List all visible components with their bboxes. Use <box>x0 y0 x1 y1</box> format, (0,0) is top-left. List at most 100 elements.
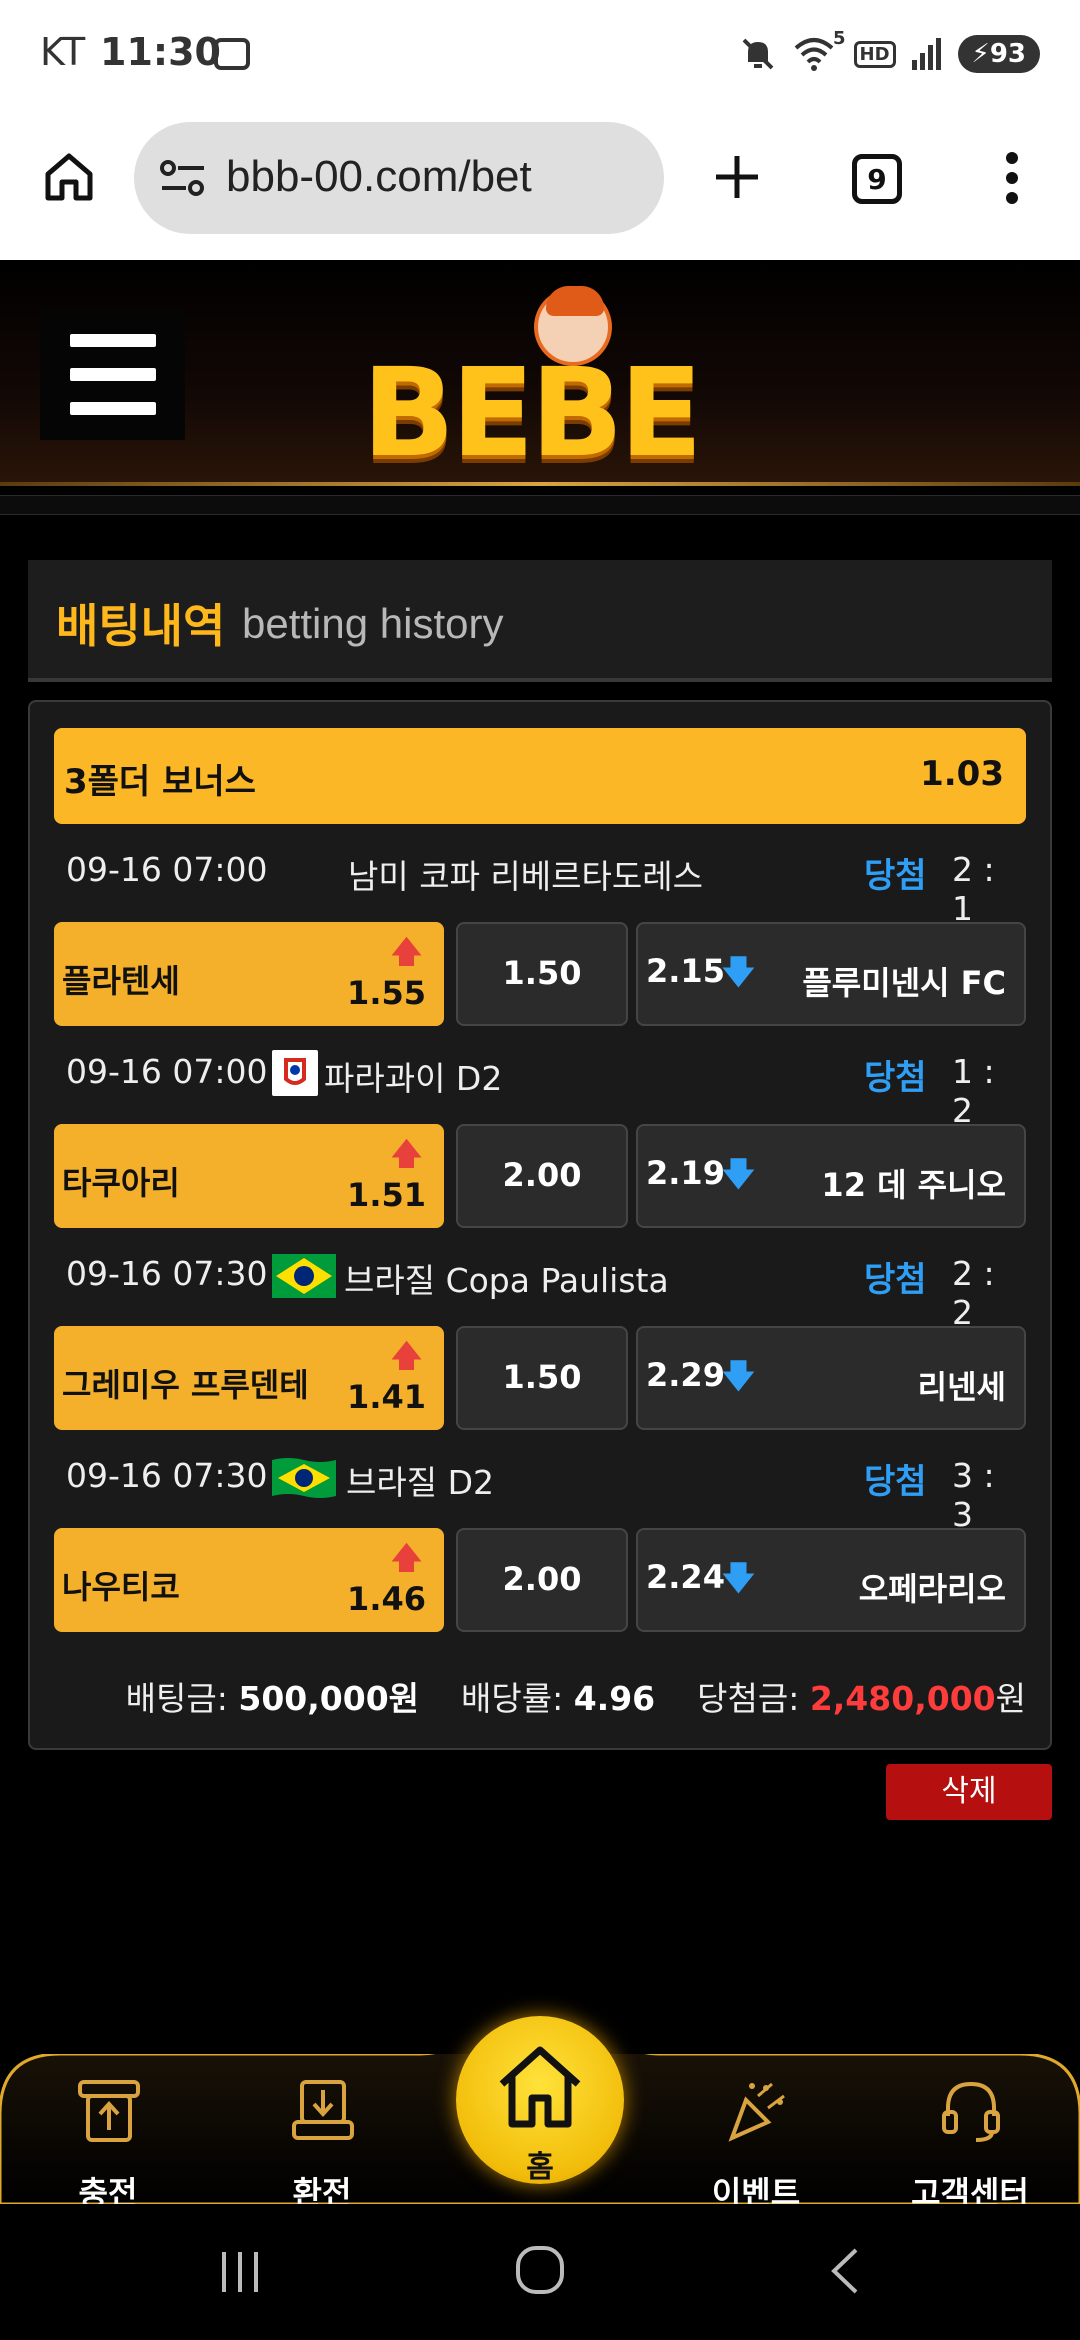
nav-deposit[interactable]: 충전 <box>38 2076 178 2212</box>
screenshot-icon <box>214 38 250 70</box>
home-odds-button[interactable]: 나우티코 🡅 1.46 <box>54 1528 444 1632</box>
system-navigation-bar <box>0 2204 1080 2340</box>
delete-button[interactable]: 삭제 <box>886 1764 1052 1820</box>
away-odds-button[interactable]: 2.29 🡇 리넨세 <box>636 1326 1026 1430</box>
odds-down-icon: 🡇 <box>722 953 755 991</box>
draw-odds-button[interactable]: 2.00 <box>456 1528 628 1632</box>
match-info-row: 09-16 07:30 브라질 Copa Paulista 당첨 2 : 2 <box>66 1250 1026 1332</box>
withdraw-icon <box>292 2080 354 2140</box>
stake-label: 배팅금: <box>125 1679 228 1718</box>
status-icons: 5 HD ⚡93 <box>738 28 1040 76</box>
home-team: 나우티코 <box>62 1568 180 1606</box>
home-odds-button[interactable]: 그레미우 프루덴테 🡅 1.41 <box>54 1326 444 1430</box>
wifi-icon: 5 <box>792 28 846 74</box>
event-icon <box>728 2082 785 2142</box>
match-score: 2 : 1 <box>952 850 995 928</box>
home-team: 플라텐세 <box>62 962 180 1000</box>
odds-down-icon: 🡇 <box>722 1357 755 1395</box>
away-odds: 2.15 <box>646 952 725 990</box>
away-odds: 2.19 <box>646 1154 725 1192</box>
nav-home[interactable]: 홈 <box>456 2016 624 2185</box>
home-odds-button[interactable]: 타쿠아리 🡅 1.51 <box>54 1124 444 1228</box>
status-bar: KT 11:30 5 HD ⚡93 <box>0 0 1080 100</box>
home-team: 타쿠아리 <box>62 1164 180 1202</box>
nav-withdraw[interactable]: 환전 <box>252 2076 392 2212</box>
menu-bar <box>70 334 156 347</box>
bonus-label: 3폴더 보너스 <box>64 762 256 802</box>
site-info-icon[interactable] <box>158 158 208 200</box>
bonus-odds: 1.03 <box>920 754 1004 794</box>
clock: 11:30 <box>100 30 221 74</box>
away-odds: 2.29 <box>646 1356 725 1394</box>
home-odds-button[interactable]: 플라텐세 🡅 1.55 <box>54 922 444 1026</box>
away-odds-button[interactable]: 2.24 🡇 오페라리오 <box>636 1528 1026 1632</box>
brazil-flag-icon <box>272 1254 336 1298</box>
status-badge: 당첨 <box>864 1462 927 1502</box>
recent-apps-icon[interactable] <box>218 2248 262 2296</box>
match-info-row: 09-16 07:30 브라질 D2 당첨 3 : 3 <box>66 1452 1026 1534</box>
odds-row: 타쿠아리 🡅 1.51 2.00 2.19 🡇 12 데 주니오 <box>54 1124 1026 1228</box>
away-team: 오페라리오 <box>858 1570 1006 1608</box>
home-icon[interactable] <box>42 150 96 204</box>
paraguay-league-icon <box>272 1050 318 1096</box>
odds-row: 그레미우 프루덴테 🡅 1.41 1.50 2.29 🡇 리넨세 <box>54 1326 1026 1430</box>
url-text[interactable]: bbb-00.com/bet <box>226 152 532 202</box>
league-name: 남미 코파 리베르타도레스 <box>348 857 703 896</box>
section-spacer <box>0 495 1080 515</box>
site-logo[interactable]: BEBE <box>362 342 703 484</box>
match-info-row: 09-16 07:00 남미 코파 리베르타도레스 당첨 2 : 1 <box>66 846 1026 928</box>
home-system-icon[interactable] <box>514 2244 566 2296</box>
home-odds: 1.41 <box>347 1378 426 1416</box>
match-score: 1 : 2 <box>952 1052 995 1130</box>
draw-odds-button[interactable]: 1.50 <box>456 922 628 1026</box>
draw-odds-button[interactable]: 1.50 <box>456 1326 628 1430</box>
match-score: 3 : 3 <box>952 1456 995 1534</box>
more-icon[interactable] <box>1000 150 1024 206</box>
away-odds-button[interactable]: 2.15 🡇 플루미넨시 FC <box>636 922 1026 1026</box>
tab-switcher-button[interactable]: 9 <box>852 154 902 204</box>
hamburger-menu-button[interactable] <box>40 310 185 440</box>
battery-icon: ⚡93 <box>957 35 1040 73</box>
section-header: 배팅내역 betting history <box>28 560 1052 682</box>
home-odds: 1.51 <box>347 1176 426 1214</box>
page-subtitle: betting history <box>242 600 504 647</box>
status-badge: 당첨 <box>864 1260 927 1300</box>
draw-odds-button[interactable]: 2.00 <box>456 1124 628 1228</box>
brazil-flag-icon <box>272 1456 336 1500</box>
odds-row: 플라텐세 🡅 1.55 1.50 2.15 🡇 플루미넨시 FC <box>54 922 1026 1026</box>
new-tab-icon[interactable] <box>712 152 762 202</box>
address-bar[interactable]: bbb-00.com/bet <box>134 122 664 234</box>
win-unit: 원 <box>995 1679 1026 1718</box>
signal-icon <box>911 38 941 70</box>
away-odds: 2.24 <box>646 1558 725 1596</box>
match-datetime: 09-16 07:00 <box>66 850 268 889</box>
deposit-icon <box>78 2080 140 2142</box>
match-info-row: 09-16 07:00 파라과이 D2 당첨 1 : 2 <box>66 1048 1026 1130</box>
back-icon[interactable] <box>826 2246 862 2296</box>
match-datetime: 09-16 07:00 <box>66 1052 268 1091</box>
browser-toolbar: bbb-00.com/bet 9 <box>0 100 1080 260</box>
nav-support[interactable]: 고객센터 <box>900 2076 1040 2212</box>
odds-row: 나우티코 🡅 1.46 2.00 2.24 🡇 오페라리오 <box>54 1528 1026 1632</box>
league-name: 파라과이 D2 <box>324 1059 503 1098</box>
away-team: 12 데 주니오 <box>821 1166 1006 1204</box>
match-score: 2 : 2 <box>952 1254 995 1332</box>
mute-icon <box>742 38 773 70</box>
away-team: 플루미넨시 FC <box>802 964 1006 1002</box>
menu-bar <box>70 402 156 415</box>
bet-summary: 배팅금: 500,000원 배당률: 4.96 당첨금: 2,480,000원 <box>54 1672 1026 1722</box>
rate-label: 배당률: <box>461 1679 564 1718</box>
away-odds-button[interactable]: 2.19 🡇 12 데 주니오 <box>636 1124 1026 1228</box>
stake-value: 500,000원 <box>238 1679 420 1718</box>
page-title: 배팅내역 <box>56 599 226 653</box>
home-odds: 1.46 <box>347 1580 426 1618</box>
headset-icon <box>942 2081 1000 2142</box>
home-odds: 1.55 <box>347 974 426 1012</box>
league-name: 브라질 D2 <box>346 1463 494 1502</box>
nav-event[interactable]: 이벤트 <box>686 2076 826 2212</box>
away-team: 리넨세 <box>917 1368 1006 1406</box>
network-badge: 5 <box>833 28 846 49</box>
odds-down-icon: 🡇 <box>722 1155 755 1193</box>
rate-value: 4.96 <box>573 1679 656 1718</box>
battery-level: 93 <box>989 39 1026 69</box>
